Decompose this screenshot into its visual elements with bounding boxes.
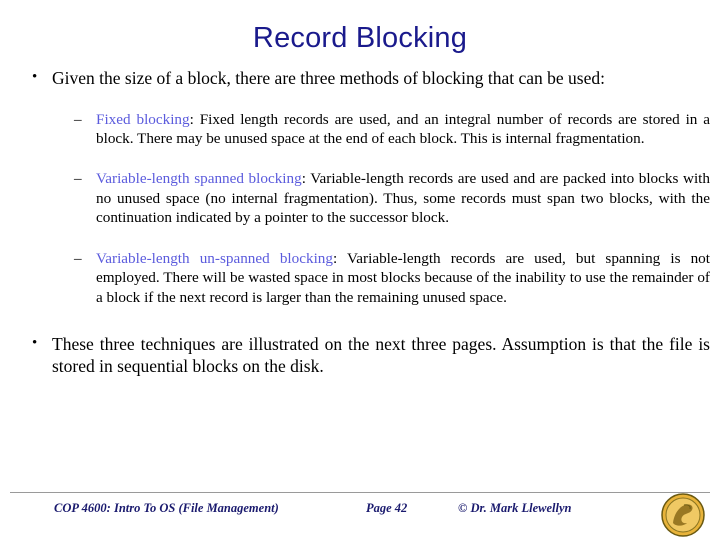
term-variable-length-unspanned-blocking: Variable-length un-spanned blocking <box>96 249 333 267</box>
dash-marker-icon: – <box>74 170 82 188</box>
footer-page-number: Page 42 <box>366 501 408 515</box>
bullet-marker-icon: • <box>32 69 38 85</box>
term-variable-length-spanned-blocking: Variable-length spanned blocking <box>96 170 302 188</box>
bullet-marker-icon: • <box>32 335 38 352</box>
bullet-text: Given the size of a block, there are thr… <box>52 68 605 88</box>
bullet-level1-2: • These three techniques are illustrated… <box>18 334 710 377</box>
dash-marker-icon: – <box>74 110 82 128</box>
dash-marker-icon: – <box>74 249 82 267</box>
footer-copyright: © Dr. Mark Llewellyn <box>458 501 572 515</box>
page-title: Record Blocking <box>252 22 468 54</box>
bullet-level2-fixed-blocking: – Fixed blocking: Fixed length records a… <box>62 110 710 149</box>
slide: Record Blocking • Given the size of a bl… <box>0 0 720 540</box>
slide-footer: COP 4600: Intro To OS (File Management) … <box>0 492 720 540</box>
footer-course: COP 4600: Intro To OS (File Management) <box>54 501 279 515</box>
slide-body: • Given the size of a block, there are t… <box>18 68 710 383</box>
term-fixed-blocking: Fixed blocking <box>96 110 190 128</box>
bullet-level2-variable-unspanned: – Variable-length un-spanned blocking: V… <box>62 249 710 307</box>
footer-divider <box>10 492 710 493</box>
university-seal-icon <box>661 493 705 537</box>
bullet-level2-variable-spanned: – Variable-length spanned blocking: Vari… <box>62 169 710 227</box>
bullet-level1-1: • Given the size of a block, there are t… <box>18 68 710 90</box>
bullet-text: These three techniques are illustrated o… <box>52 334 710 376</box>
